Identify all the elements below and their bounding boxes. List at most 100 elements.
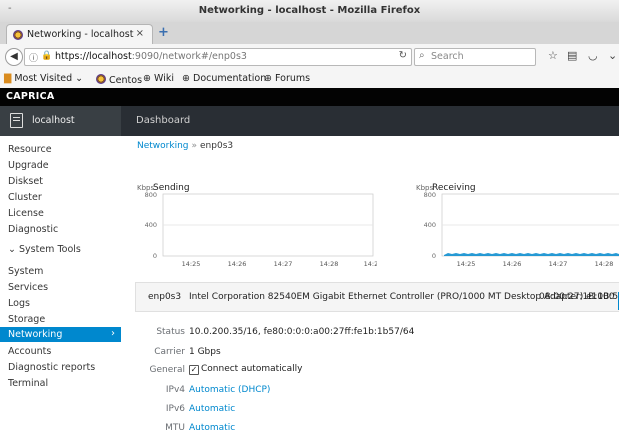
breadcrumb-separator: » [191,141,198,151]
url-bar[interactable]: ⓘ 🔒 https://localhost:9090/network#/enp0… [24,48,412,66]
mtu-link[interactable]: Automatic [189,423,235,433]
globe-icon: ⊕ [264,73,272,84]
centos-icon [13,30,23,40]
pocket-icon[interactable]: ◡ [588,49,598,62]
connect-automatically-label: Connect automatically [201,364,303,374]
globe-icon: ⊕ [182,73,190,84]
bookmark-wiki[interactable]: ⊕ Wiki [143,73,174,84]
carrier-value: 1 Gbps [189,347,221,357]
window-title: Networking - localhost - Mozilla Firefox [198,5,421,16]
main-content: Networking» enp0s3 Kbps Sending 800 400 0… [121,136,619,444]
search-icon: ⌕ [419,50,425,61]
window-titlebar: - Networking - localhost - Mozilla Firef… [0,0,619,23]
interface-name: enp0s3 [148,292,182,302]
bookmark-most-visited[interactable]: ▇ Most Visited ⌄ [4,73,83,84]
sending-ytick-800: 800 [145,192,157,199]
app-header: CAPRICA [0,88,619,106]
url-path: :9090/network#/enp0s3 [131,51,247,62]
sending-ytick-0: 0 [153,252,157,260]
new-tab-button[interactable]: + [158,25,169,40]
sending-xtick: 14:28 [320,260,339,268]
back-arrow-icon: ◀ [10,51,18,62]
sidebar-group-system-tools[interactable]: ⌄ System Tools [8,244,81,255]
interface-mac: 08:00:27:1B:1B:57 [539,292,619,302]
host-bar: localhost Dashboard [0,106,619,136]
ipv6-label: IPv6 [165,404,185,414]
sidebar-item-terminal[interactable]: Terminal [8,378,48,389]
info-icon[interactable]: ⓘ [29,51,38,64]
url-host: https://localhost [55,51,132,62]
sidebar-item-label: Networking [8,329,63,340]
interface-header: enp0s3 Intel Corporation 82540EM Gigabit… [135,282,619,312]
sidebar-item-upgrade[interactable]: Upgrade [8,160,49,171]
host-selector[interactable]: localhost [0,106,121,136]
mtu-label: MTU [165,423,185,433]
sidebar-item-diagnostic-reports[interactable]: Diagnostic reports [8,362,95,373]
breadcrumb-current: enp0s3 [200,141,234,151]
sidebar: Resource Upgrade Diskset Cluster License… [0,136,122,444]
general-label: General [149,365,185,375]
receiving-ytick-400: 400 [424,221,436,229]
folder-icon: ▇ [4,73,12,84]
sending-xtick: 14:27 [274,260,293,268]
sidebar-item-license[interactable]: License [8,208,44,219]
sidebar-item-storage[interactable]: Storage [8,314,45,325]
sidebar-item-diskset[interactable]: Diskset [8,176,43,187]
sending-ytick-400: 400 [145,221,157,229]
receiving-unit: Kbps [416,184,434,192]
reload-icon[interactable]: ↻ [399,50,407,61]
sidebar-item-logs[interactable]: Logs [8,298,30,309]
breadcrumb-networking[interactable]: Networking [137,141,189,151]
bookmark-centos[interactable]: Centos [96,73,142,86]
library-icon[interactable]: ▤ [567,49,577,62]
status-label: Status [156,327,185,337]
bookmark-star-icon[interactable]: ☆ [548,49,558,62]
receiving-plot: 800 400 0 14:25 14:26 14:27 14:28 [424,192,619,268]
app-name: CAPRICA [6,91,55,102]
browser-tab[interactable]: Networking - localhost × [6,24,153,45]
navigation-bar: ◀ ⓘ 🔒 https://localhost:9090/network#/en… [0,44,619,71]
close-tab-icon[interactable]: × [136,28,144,39]
receiving-xtick: 14:25 [457,260,476,268]
receiving-ytick-800: 800 [424,192,436,199]
receiving-xtick: 14:27 [549,260,568,268]
chevron-right-icon: › [111,328,115,339]
sending-xtick: 14:25 [182,260,201,268]
ipv4-label: IPv4 [165,385,185,395]
receiving-xtick: 14:28 [595,260,614,268]
bookmarks-toolbar: ▇ Most Visited ⌄ Centos ⊕ Wiki ⊕ Documen… [0,70,619,89]
url-text[interactable]: https://localhost:9090/network#/enp0s3 [55,51,247,62]
connect-automatically-checkbox[interactable]: ✓ Connect automatically [189,364,303,375]
bookmark-forums[interactable]: ⊕ Forums [264,73,310,84]
sidebar-item-accounts[interactable]: Accounts [8,346,51,357]
tab-label: Networking - localhost [27,29,134,40]
breadcrumb: Networking» enp0s3 [137,141,233,151]
sidebar-item-resource[interactable]: Resource [8,144,52,155]
ipv6-link[interactable]: Automatic [189,404,235,414]
bookmark-documentation[interactable]: ⊕ Documentation [182,73,266,84]
sidebar-item-networking[interactable]: Networking › [0,327,121,342]
server-icon [10,113,23,128]
sending-xtick: 14:29 [364,260,377,268]
tab-strip: Networking - localhost × + [0,22,619,45]
dashboard-link[interactable]: Dashboard [136,115,190,126]
sending-plot: 800 400 0 14:25 14:26 14:27 14:28 14:29 [145,192,377,268]
back-button[interactable]: ◀ [5,48,23,66]
ipv4-link[interactable]: Automatic (DHCP) [189,385,270,395]
receiving-ytick-0: 0 [432,252,436,260]
carrier-label: Carrier [154,347,185,357]
status-value: 10.0.200.35/16, fe80:0:0:0:a00:27ff:fe1b… [189,327,415,337]
checkmark-icon: ✓ [189,365,199,375]
chevron-down-icon: ⌄ [8,244,16,255]
centos-icon [96,74,106,84]
receiving-xtick: 14:26 [503,260,522,268]
lock-icon[interactable]: 🔒 [41,51,52,61]
globe-icon: ⊕ [143,73,151,84]
search-input[interactable]: ⌕ Search [414,48,536,66]
sidebar-item-diagnostic[interactable]: Diagnostic [8,224,58,235]
sending-xtick: 14:26 [228,260,247,268]
sidebar-item-services[interactable]: Services [8,282,48,293]
overflow-chevron-icon[interactable]: ⌄ [608,49,617,62]
sidebar-item-system[interactable]: System [8,266,43,277]
sidebar-item-cluster[interactable]: Cluster [8,192,42,203]
